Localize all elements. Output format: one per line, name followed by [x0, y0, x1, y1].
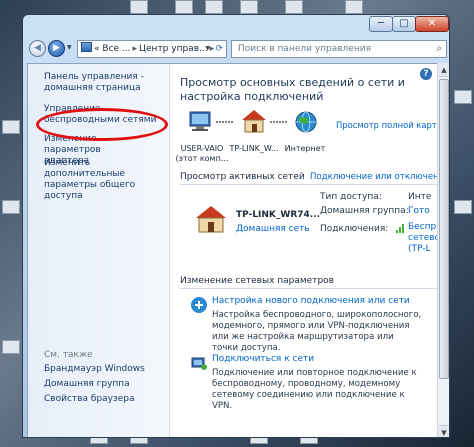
navigation-bar: ◀ ▶ ▼ « Все ... ▸ Центр управ... ▸ ▼ ⟳ Поис…: [23, 37, 449, 61]
house-icon: [242, 110, 266, 133]
homegroup-label: Домашняя группа:: [320, 206, 409, 216]
connect-disconnect-link[interactable]: Подключение или отключение: [310, 172, 448, 182]
address-prefix: «: [94, 44, 100, 54]
main-panel: ? Просмотр основных сведений о сети и на…: [170, 64, 448, 437]
breadcrumb-separator[interactable]: ▸: [210, 44, 215, 54]
search-input[interactable]: Поиск в панели управления ⌕: [231, 40, 447, 58]
sidebar-home-link[interactable]: Панель управления - домашняя страница: [44, 72, 164, 94]
forward-arrow-icon: ▶: [53, 43, 60, 53]
maximize-icon: □: [399, 18, 409, 29]
divider: [180, 184, 448, 185]
network-map: [189, 110, 317, 133]
access-type-value: Инте: [408, 192, 432, 202]
search-placeholder: Поиск в панели управления: [238, 44, 371, 54]
full-map-link[interactable]: Просмотр полной карты: [336, 120, 443, 130]
network-home-icon: [196, 206, 226, 233]
desktop-icon[interactable]: [345, 0, 363, 14]
desktop-icon[interactable]: [454, 90, 472, 104]
minimize-icon: ─: [377, 18, 385, 29]
network-center-window: ─ □ ✕ ◀ ▶ ▼ « Все ... ▸ Центр управ... ▸ ▼ …: [22, 14, 450, 438]
desktop-icon[interactable]: [130, 0, 148, 14]
sidebar-item-browser[interactable]: Свойства браузера: [44, 394, 134, 405]
computer-icon: [189, 111, 211, 131]
recent-pages-dropdown[interactable]: ▼: [67, 44, 72, 51]
title-bar[interactable]: ─ □ ✕: [23, 15, 449, 35]
search-icon[interactable]: ⌕: [436, 41, 442, 57]
sidebar-item-firewall[interactable]: Брандмауэр Windows: [44, 364, 145, 375]
divider: [180, 288, 448, 289]
desktop-icon[interactable]: [240, 0, 258, 14]
scroll-thumb[interactable]: [439, 79, 449, 379]
connections-label: Подключения:: [320, 224, 389, 234]
desktop-icon[interactable]: [285, 0, 303, 14]
homegroup-value[interactable]: Гото: [408, 206, 430, 217]
content-area: Панель управления - домашняя страница Уп…: [27, 63, 448, 437]
change-settings-heading: Изменение сетевых параметров: [180, 276, 334, 286]
connect-network-icon: [191, 357, 207, 370]
breadcrumb-segment[interactable]: Все ...: [102, 44, 130, 54]
wireless-signal-icon: [396, 224, 404, 233]
control-panel-icon: [81, 42, 92, 52]
desktop-icon[interactable]: [2, 200, 20, 214]
back-arrow-icon: ◀: [34, 43, 41, 53]
map-node-router: TP-LINK_W...: [229, 144, 279, 153]
back-button[interactable]: ◀: [29, 40, 46, 57]
network-name: TP-LINK_WR74...: [236, 210, 321, 220]
page-title: Просмотр основных сведений о сети и наст…: [180, 76, 405, 103]
desktop-icon[interactable]: [2, 120, 20, 134]
address-dropdown-icon[interactable]: ▼: [205, 41, 210, 57]
sidebar-item-homegroup[interactable]: Домашняя группа: [44, 379, 130, 390]
refresh-icon[interactable]: ⟳: [215, 41, 223, 57]
address-bar[interactable]: « Все ... ▸ Центр управ... ▸ ▼ ⟳: [77, 40, 227, 58]
breadcrumb-separator[interactable]: ▸: [133, 44, 138, 54]
close-icon: ✕: [427, 18, 437, 29]
scroll-up-icon[interactable]: ▲: [438, 63, 449, 77]
red-highlight-circle: [36, 108, 168, 141]
sidebar-item-sharing[interactable]: Изменить дополнительные параметры общего…: [44, 158, 164, 202]
scroll-down-icon[interactable]: ▼: [438, 425, 449, 437]
globe-icon: [295, 111, 317, 133]
maximize-button[interactable]: □: [392, 16, 416, 32]
new-connection-description: Настройка беспроводного, широкополосного…: [212, 310, 422, 353]
connect-to-network-description: Подключение или повторное подключение к …: [212, 368, 417, 411]
close-button[interactable]: ✕: [415, 16, 449, 32]
sidebar: Панель управления - домашняя страница Уп…: [28, 64, 170, 437]
minimize-button[interactable]: ─: [369, 16, 393, 32]
desktop-icon[interactable]: [205, 0, 223, 14]
network-type-link[interactable]: Домашняя сеть: [236, 224, 310, 234]
access-type-label: Тип доступа:: [320, 192, 382, 202]
desktop-icon[interactable]: [2, 340, 20, 354]
map-node-computer: USER-VAIO (этот комп...: [175, 144, 229, 163]
desktop-icon[interactable]: [175, 0, 193, 14]
map-node-internet: Интернет: [284, 144, 326, 153]
new-connection-icon: [191, 297, 207, 313]
breadcrumb-segment[interactable]: Центр управ...: [139, 44, 208, 54]
vertical-scrollbar[interactable]: ▲ ▼: [437, 63, 449, 437]
see-also-heading: См. также: [44, 350, 93, 360]
connect-to-network-link[interactable]: Подключиться к сети: [212, 354, 314, 364]
desktop-icon[interactable]: [454, 200, 472, 214]
forward-button[interactable]: ▶: [48, 40, 65, 57]
new-connection-link[interactable]: Настройка нового подключения или сети: [212, 296, 410, 306]
active-networks-heading: Просмотр активных сетей: [180, 172, 305, 182]
